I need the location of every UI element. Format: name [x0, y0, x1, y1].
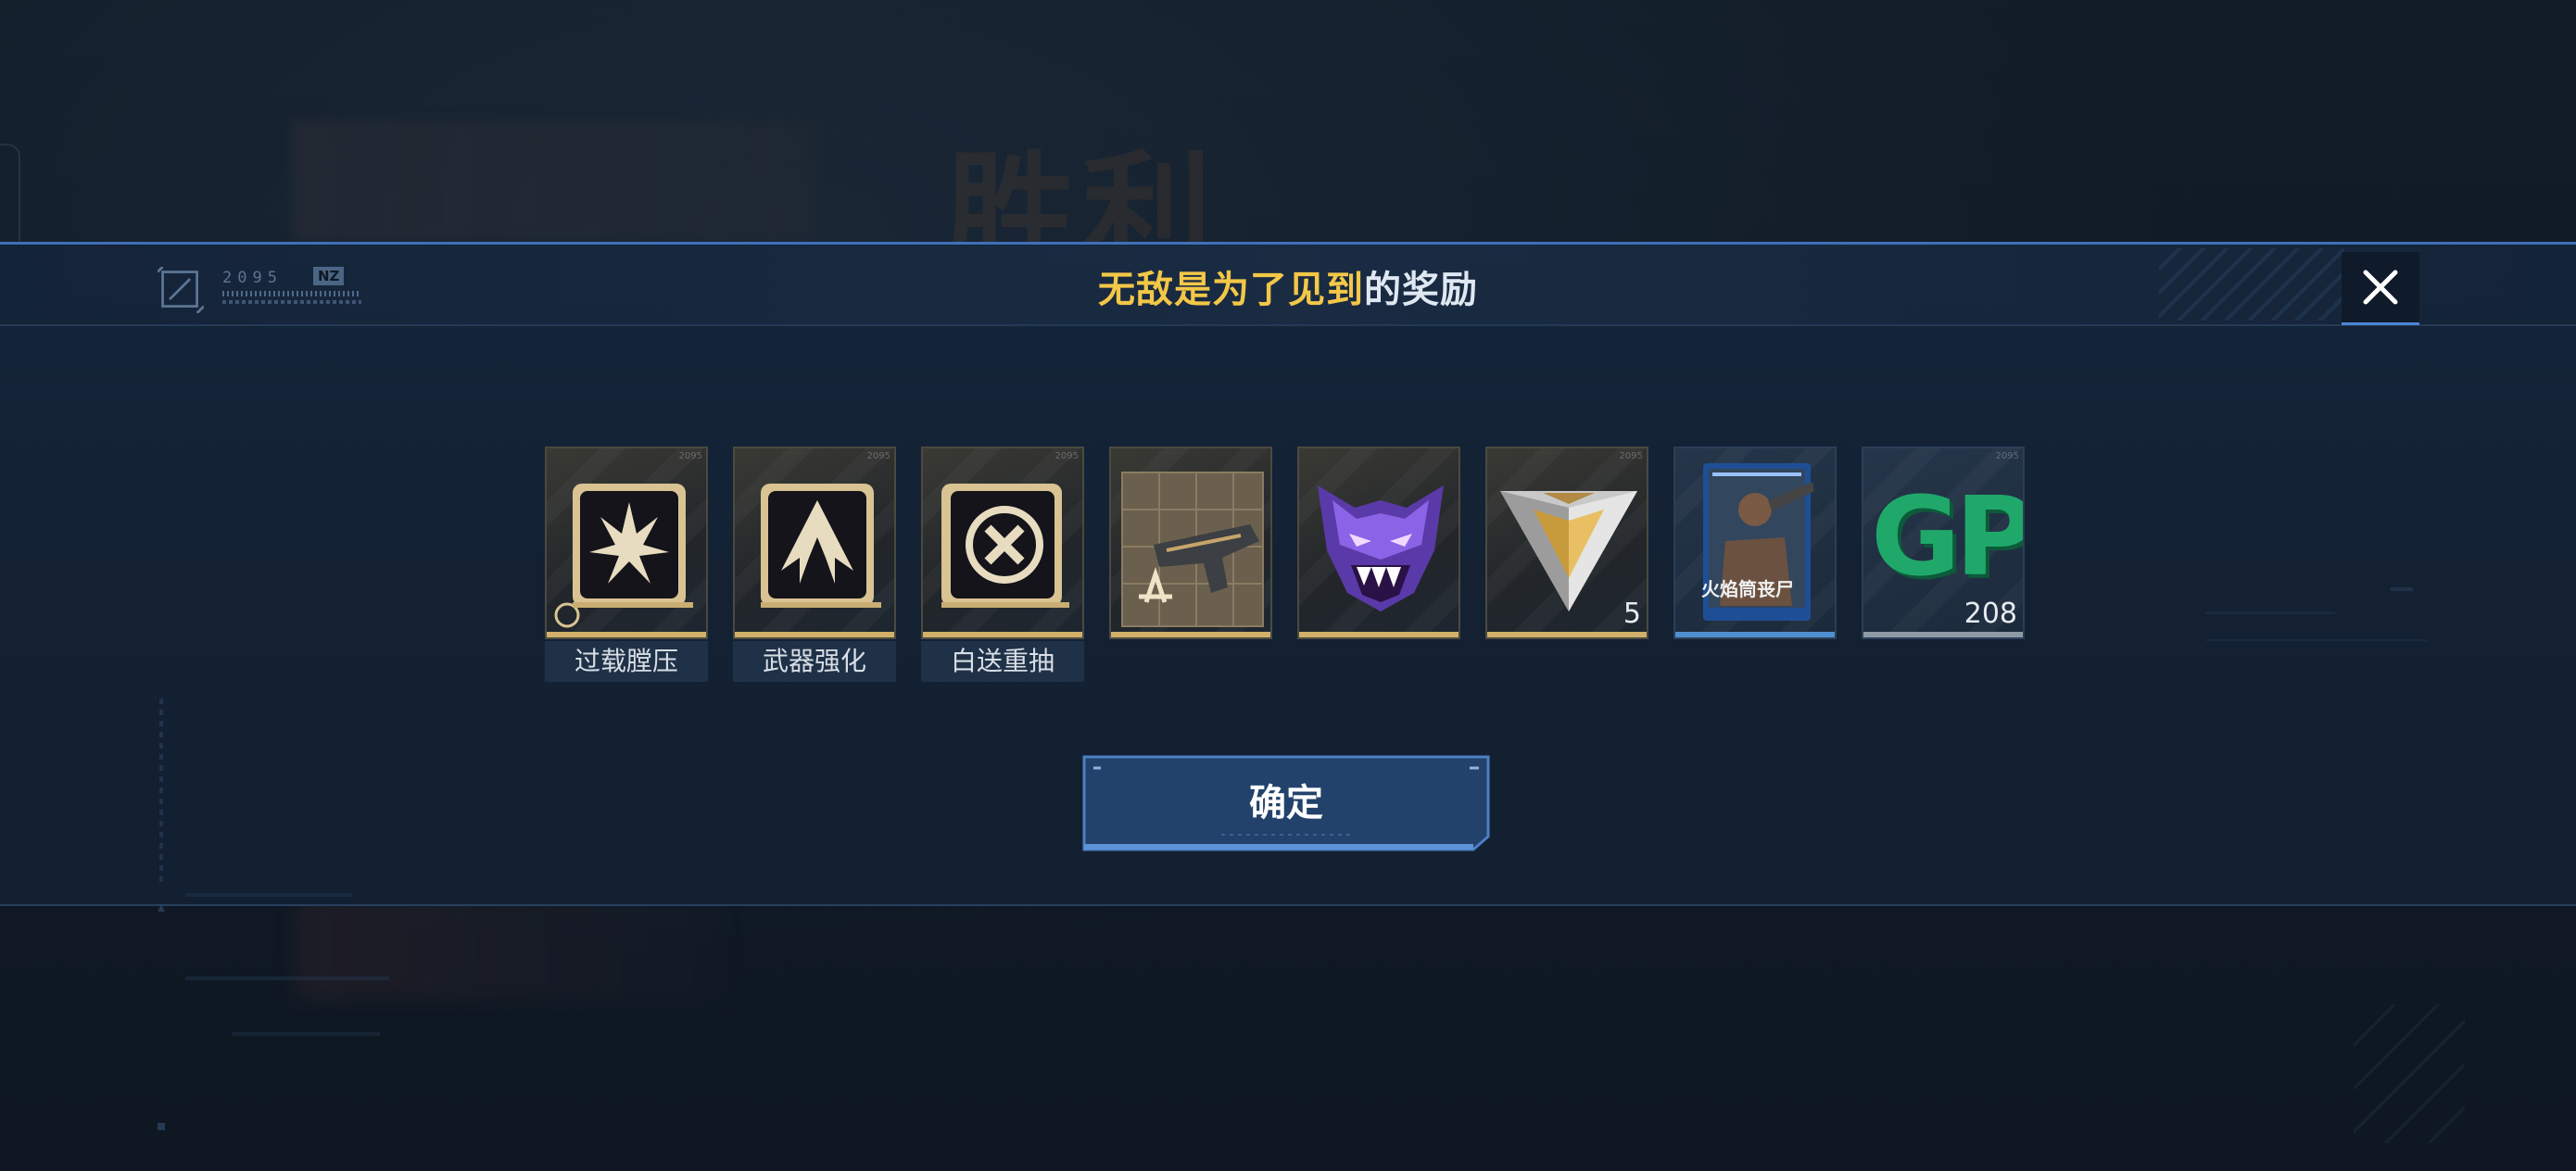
reward-quantity: 208 [1964, 598, 2017, 630]
reward-card: 2095 [921, 447, 1084, 639]
header-stripes [2159, 248, 2344, 321]
right-diagonal-lines [2354, 1004, 2465, 1143]
reward-item-character-card[interactable]: 火焰筒丧尸 [1673, 447, 1837, 639]
circle-x-emblem-icon [941, 484, 1069, 608]
character-card-icon [1703, 463, 1814, 621]
reward-label: 武器强化 [733, 641, 896, 682]
reward-item-demon-mask[interactable] [1297, 447, 1460, 639]
reward-card: 2095 [733, 447, 896, 639]
reward-item-overload[interactable]: 2095 过载膛压 [545, 447, 708, 682]
reward-card [1109, 447, 1272, 639]
burst-emblem-icon [554, 484, 693, 628]
reward-quantity: 5 [1623, 598, 1641, 630]
reward-label: 白送重抽 [921, 641, 1084, 682]
modal-header: 2095 NZ 无敌是为了见到的奖励 [0, 245, 2576, 326]
confirm-button[interactable]: 确定 [1082, 755, 1490, 851]
close-button[interactable] [2342, 252, 2419, 325]
gp-currency-icon: GP [1871, 472, 2025, 600]
reward-label: 过载膛压 [545, 641, 708, 682]
reward-card: 2095 GP 208 [1862, 447, 2025, 639]
reward-item-gold-prism[interactable]: 2095 5 [1485, 447, 1648, 639]
background-ghost-image [293, 120, 816, 241]
title-rest: 的奖励 [1364, 269, 1478, 311]
left-hud-decoration [158, 699, 389, 1130]
reward-card: 2095 [545, 447, 708, 639]
reward-item-weapon-boost[interactable]: 2095 武器强化 [733, 447, 896, 682]
pistol-blueprint-icon [1121, 472, 1264, 627]
character-card-text: 火焰筒丧尸 [1701, 578, 1794, 600]
reward-item-pistol-blueprint[interactable] [1109, 447, 1272, 639]
arrow-up-emblem-icon [761, 484, 881, 608]
title-highlight: 无敌是为了见到 [1098, 269, 1364, 311]
reward-card: 2095 5 [1485, 447, 1648, 639]
close-icon [2363, 270, 2398, 305]
reward-item-gp-currency[interactable]: 2095 GP 208 [1862, 447, 2025, 639]
reward-item-free-reroll[interactable]: 2095 白送重抽 [921, 447, 1084, 682]
reward-card: 火焰筒丧尸 [1673, 447, 1837, 639]
right-hud-decoration [2205, 587, 2428, 641]
reward-card [1297, 447, 1460, 639]
confirm-label: 确定 [1249, 782, 1323, 825]
purple-demon-mask-icon [1318, 485, 1444, 611]
